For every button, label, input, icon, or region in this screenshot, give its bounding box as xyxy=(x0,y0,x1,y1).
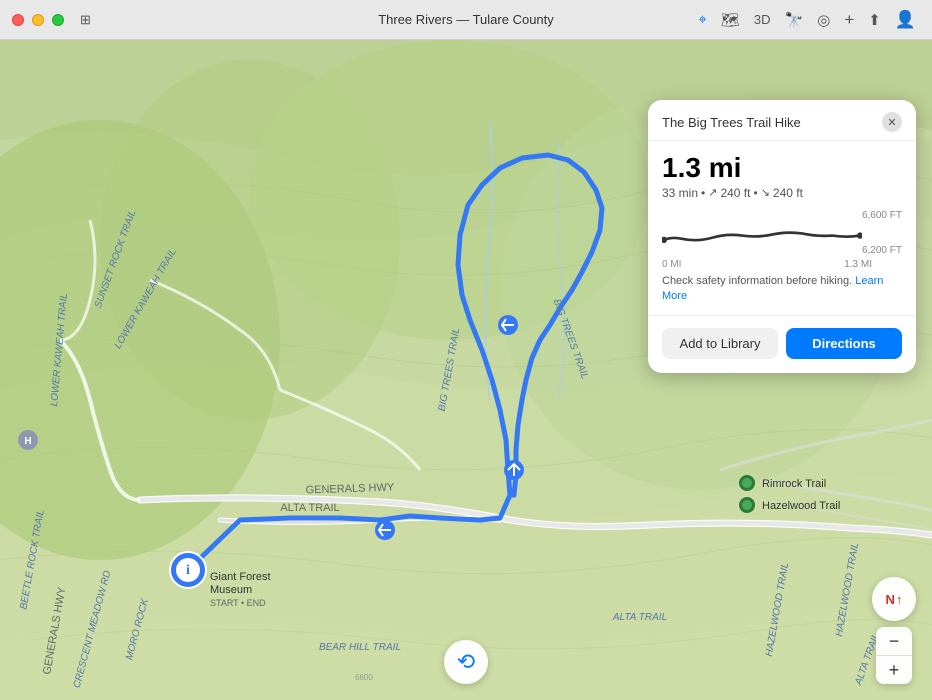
elevation-y-labels: 6,600 FT 6,200 FT xyxy=(862,210,902,256)
down-arrow-icon: ↘ xyxy=(761,186,770,199)
elevation-x-labels: 0 MI 1.3 MI xyxy=(662,259,872,270)
elevation-max-label: 6,600 FT xyxy=(862,210,902,221)
elevation-loss-stat: 240 ft xyxy=(773,186,803,200)
svg-text:Giant Forest: Giant Forest xyxy=(210,571,271,583)
compass-n-label: N xyxy=(886,592,895,607)
zoom-controls: − + xyxy=(876,627,912,684)
warning-text: Check safety information before hiking. xyxy=(662,275,852,287)
card-stats: 33 min • ↗ 240 ft • ↘ 240 ft xyxy=(662,186,902,200)
titlebar: ⊞ Three Rivers — Tulare County ⌖ 🗺 3D 🔭 … xyxy=(0,0,932,40)
close-button[interactable] xyxy=(12,14,24,26)
svg-text:6600: 6600 xyxy=(355,673,373,682)
svg-text:ALTA TRAIL: ALTA TRAIL xyxy=(280,502,339,514)
svg-text:Museum: Museum xyxy=(210,584,252,596)
card-title: The Big Trees Trail Hike xyxy=(662,115,801,130)
card-close-button[interactable]: ✕ xyxy=(882,112,902,132)
maximize-button[interactable] xyxy=(52,14,64,26)
time-stat: 33 min xyxy=(662,186,698,200)
card-warning: Check safety information before hiking. … xyxy=(662,274,902,305)
recenter-button[interactable]: ⟲ xyxy=(444,640,488,684)
elevation-svg xyxy=(662,210,862,258)
svg-text:Rimrock Trail: Rimrock Trail xyxy=(762,478,826,490)
window-controls xyxy=(12,14,64,26)
map-view[interactable]: i GENERALS HWY ALTA TRAIL BIG TREES TRAI… xyxy=(0,40,932,700)
minimize-button[interactable] xyxy=(32,14,44,26)
card-header: The Big Trees Trail Hike ✕ xyxy=(648,100,916,141)
card-body: 1.3 mi 33 min • ↗ 240 ft • ↘ 240 ft 6,60… xyxy=(648,141,916,305)
window-icon: ⊞ xyxy=(80,12,91,28)
account-icon[interactable]: 👤 xyxy=(895,10,916,30)
compass-button[interactable]: N ↑ xyxy=(872,577,916,621)
share-icon[interactable]: ⬆ xyxy=(868,11,881,29)
window-title: Three Rivers — Tulare County xyxy=(378,12,554,27)
card-actions: Add to Library Directions xyxy=(648,315,916,373)
elevation-min-label: 6,200 FT xyxy=(862,245,902,256)
svg-text:ALTA TRAIL: ALTA TRAIL xyxy=(612,612,667,623)
svg-text:START • END: START • END xyxy=(210,598,266,608)
zoom-in-button[interactable]: + xyxy=(876,656,912,684)
svg-text:BEAR HILL TRAIL: BEAR HILL TRAIL xyxy=(319,642,401,653)
recenter-icon: ⟲ xyxy=(457,649,475,675)
up-arrow-icon: ↗ xyxy=(708,186,717,199)
binoculars-icon[interactable]: 🔭 xyxy=(785,11,804,29)
compass-arrow-icon: ↑ xyxy=(896,592,903,607)
info-card: The Big Trees Trail Hike ✕ 1.3 mi 33 min… xyxy=(648,100,916,373)
distance-end-label: 1.3 MI xyxy=(844,259,872,270)
zoom-out-button[interactable]: − xyxy=(876,627,912,655)
location-arrow-icon[interactable]: ⌖ xyxy=(698,11,706,28)
elevation-chart: 6,600 FT 6,200 FT 0 MI 1.3 MI xyxy=(662,210,902,270)
map-controls: N ↑ − + xyxy=(872,577,916,684)
distance-start-label: 0 MI xyxy=(662,259,681,270)
svg-text:H: H xyxy=(24,436,31,447)
svg-text:Hazelwood Trail: Hazelwood Trail xyxy=(762,500,840,512)
toolbar-controls: ⌖ 🗺 3D 🔭 ◎ + ⬆ 👤 xyxy=(698,10,916,30)
directions-button[interactable]: Directions xyxy=(786,328,902,359)
add-icon[interactable]: + xyxy=(844,10,854,30)
3d-button[interactable]: 3D xyxy=(754,12,771,27)
card-distance: 1.3 mi xyxy=(662,153,902,184)
map-icon[interactable]: 🗺 xyxy=(721,11,740,29)
add-to-library-button[interactable]: Add to Library xyxy=(662,328,778,359)
face-id-icon[interactable]: ◎ xyxy=(817,11,830,29)
svg-text:i: i xyxy=(186,563,190,578)
elevation-gain-stat: 240 ft xyxy=(720,186,750,200)
